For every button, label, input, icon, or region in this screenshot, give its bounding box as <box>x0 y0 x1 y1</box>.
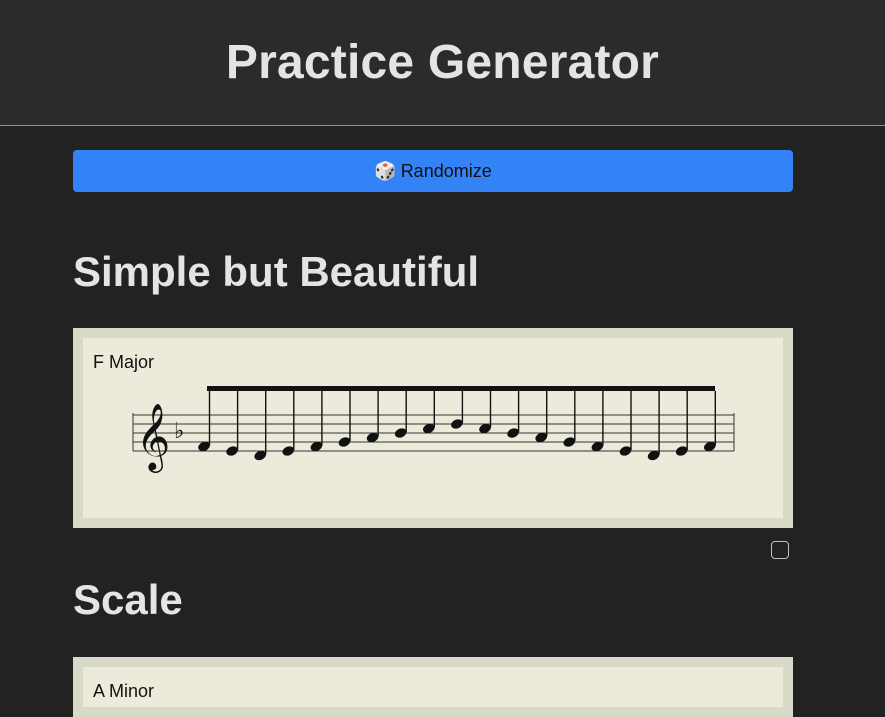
randomize-button[interactable]: 🎲 Randomize <box>73 150 793 192</box>
music-staff: 𝄞 ♭ <box>132 386 735 473</box>
sheet-music-card-2: A Minor <box>73 657 793 717</box>
sheet-music-panel: F Major 𝄞 ♭ <box>83 338 783 518</box>
exercise-title-2: Scale <box>73 576 183 623</box>
dice-icon: 🎲 <box>374 160 397 181</box>
randomize-label: Randomize <box>400 160 492 181</box>
exercise-checkbox[interactable] <box>771 541 789 559</box>
flat-sign-icon: ♭ <box>174 419 184 444</box>
sheet-music-card: F Major 𝄞 ♭ <box>73 328 793 528</box>
beam <box>207 386 715 391</box>
key-label-2: A Minor <box>93 681 155 701</box>
app-header: Practice Generator <box>0 0 885 126</box>
exercise-title: Simple but Beautiful <box>73 248 480 295</box>
treble-clef-icon: 𝄞 <box>136 402 170 473</box>
page-title: Practice Generator <box>225 36 660 89</box>
sheet-music-panel-2: A Minor <box>83 667 783 707</box>
staff-lines <box>132 413 735 452</box>
